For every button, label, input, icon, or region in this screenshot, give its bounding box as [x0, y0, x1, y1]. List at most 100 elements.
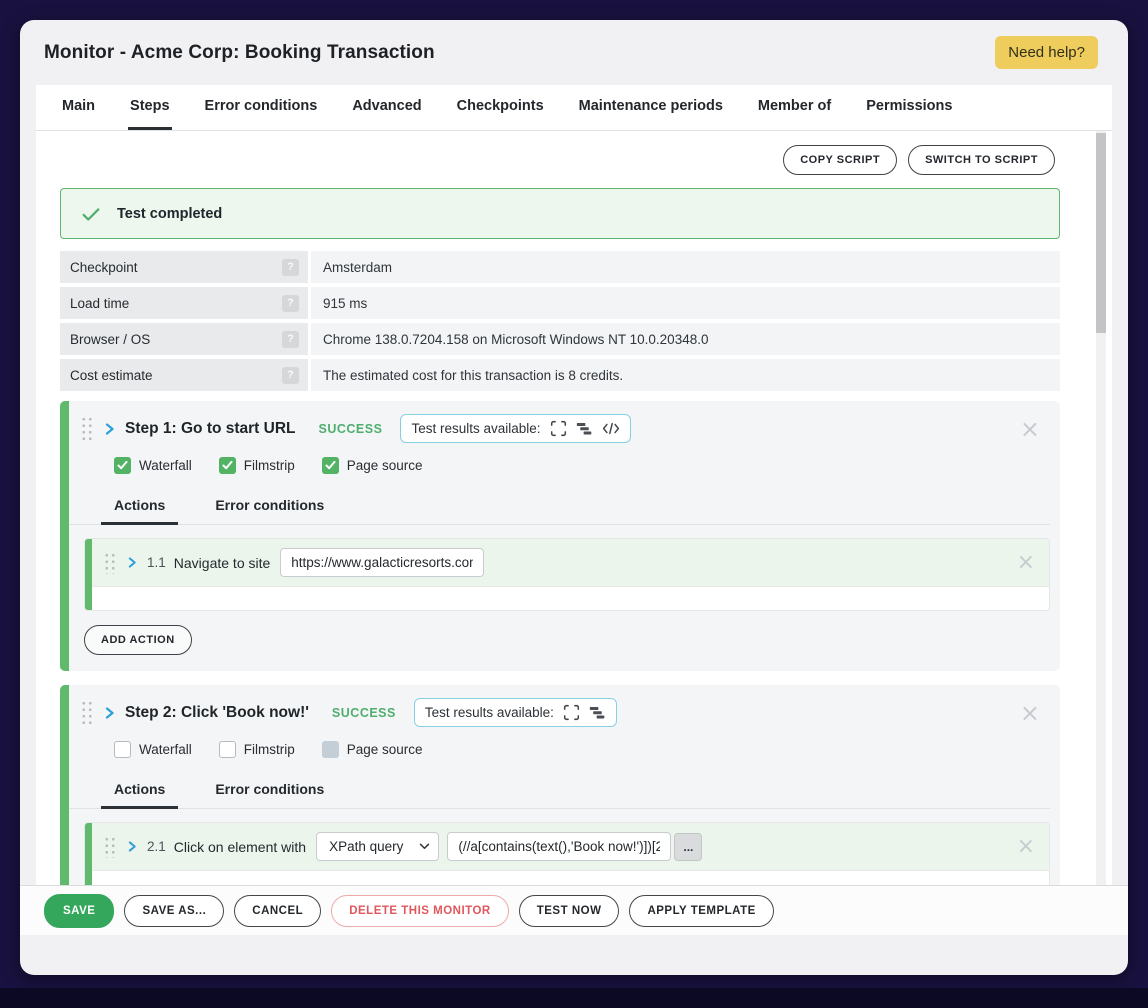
- more-options-button[interactable]: ...: [674, 833, 702, 861]
- tab-member-of[interactable]: Member of: [756, 85, 833, 130]
- close-icon[interactable]: ×: [1017, 554, 1035, 572]
- waterfall-checkbox[interactable]: Waterfall: [114, 457, 192, 474]
- step-1-result-options: Waterfall Filmstrip Page source: [69, 452, 1060, 484]
- drag-handle-icon[interactable]: [102, 835, 115, 858]
- tab-checkpoints[interactable]: Checkpoints: [455, 85, 546, 130]
- checkbox[interactable]: [114, 457, 131, 474]
- waterfall-icon[interactable]: [576, 420, 593, 437]
- switch-to-script-button[interactable]: SWITCH TO SCRIPT: [908, 145, 1055, 175]
- screenshot-icon[interactable]: [550, 420, 567, 437]
- copy-script-button[interactable]: COPY SCRIPT: [783, 145, 897, 175]
- tab-main[interactable]: Main: [60, 85, 97, 130]
- check-icon: [80, 203, 102, 225]
- status-badge: SUCCESS: [332, 706, 396, 720]
- table-row: Load time ? 915 ms: [60, 287, 1060, 319]
- checkbox[interactable]: [114, 741, 131, 758]
- delete-monitor-button[interactable]: DELETE THIS MONITOR: [331, 895, 509, 927]
- navigate-url-input[interactable]: [280, 548, 484, 577]
- steps-scroll-area: COPY SCRIPT SWITCH TO SCRIPT Test comple…: [36, 131, 1112, 885]
- info-value: The estimated cost for this transaction …: [311, 359, 1060, 391]
- action-status-bar: [85, 823, 92, 885]
- checkbox[interactable]: [219, 457, 236, 474]
- table-row: Cost estimate ? The estimated cost for t…: [60, 359, 1060, 391]
- tab-error-conditions[interactable]: Error conditions: [202, 490, 337, 525]
- tab-error-conditions[interactable]: Error conditions: [203, 85, 320, 130]
- waterfall-checkbox[interactable]: Waterfall: [114, 741, 192, 758]
- help-icon[interactable]: ?: [282, 259, 299, 276]
- checkbox[interactable]: [322, 741, 339, 758]
- monitor-dialog: Monitor - Acme Corp: Booking Transaction…: [20, 20, 1128, 975]
- help-icon[interactable]: ?: [282, 295, 299, 312]
- waterfall-icon[interactable]: [589, 704, 606, 721]
- tab-actions[interactable]: Actions: [101, 490, 178, 525]
- help-icon[interactable]: ?: [282, 367, 299, 384]
- tab-actions[interactable]: Actions: [101, 774, 178, 809]
- action-label: Click on element with: [174, 839, 306, 855]
- apply-template-button[interactable]: APPLY TEMPLATE: [629, 895, 773, 927]
- close-icon[interactable]: ×: [1017, 838, 1035, 856]
- test-results-label: Test results available:: [411, 421, 540, 436]
- tab-advanced[interactable]: Advanced: [350, 85, 423, 130]
- action-row-1-1: 1.1 Navigate to site ×: [84, 538, 1050, 611]
- test-now-button[interactable]: TEST NOW: [519, 895, 620, 927]
- filmstrip-checkbox[interactable]: Filmstrip: [219, 457, 295, 474]
- save-button[interactable]: SAVE: [44, 894, 114, 928]
- help-icon[interactable]: ?: [282, 331, 299, 348]
- add-action-button[interactable]: ADD ACTION: [84, 625, 192, 655]
- chevron-right-icon[interactable]: [105, 423, 115, 435]
- drag-handle-icon[interactable]: [79, 699, 92, 726]
- checkbox-label: Filmstrip: [244, 742, 295, 757]
- dialog-footer: SAVE SAVE AS... CANCEL DELETE THIS MONIT…: [20, 885, 1128, 935]
- step-1-subtabs: Actions Error conditions: [69, 484, 1050, 525]
- checkbox-label: Page source: [347, 742, 423, 757]
- test-results-box: Test results available:: [414, 698, 617, 727]
- close-icon[interactable]: ×: [1020, 419, 1040, 439]
- tab-steps[interactable]: Steps: [128, 85, 172, 130]
- tab-permissions[interactable]: Permissions: [864, 85, 954, 130]
- action-row-2-1: 2.1 Click on element with XPath query ..…: [84, 822, 1050, 885]
- step-2-header: Step 2: Click 'Book now!' SUCCESS Test r…: [69, 685, 1060, 736]
- table-row: Browser / OS ? Chrome 138.0.7204.158 on …: [60, 323, 1060, 355]
- filmstrip-checkbox[interactable]: Filmstrip: [219, 741, 295, 758]
- close-icon[interactable]: ×: [1020, 703, 1040, 723]
- step-status-bar: [60, 401, 69, 671]
- status-badge: SUCCESS: [319, 422, 383, 436]
- source-code-icon[interactable]: [602, 421, 620, 436]
- chevron-right-icon[interactable]: [105, 707, 115, 719]
- drag-handle-icon[interactable]: [79, 415, 92, 442]
- chevron-down-icon: [419, 843, 430, 850]
- page-source-checkbox[interactable]: Page source: [322, 741, 423, 758]
- info-value: Amsterdam: [311, 251, 1060, 283]
- drag-handle-icon[interactable]: [102, 551, 115, 574]
- dialog-header: Monitor - Acme Corp: Booking Transaction…: [20, 20, 1128, 85]
- action-number: 1.1: [147, 555, 166, 570]
- checkbox[interactable]: [322, 457, 339, 474]
- step-panel-1: Step 1: Go to start URL SUCCESS Test res…: [60, 401, 1060, 671]
- scrollbar-thumb[interactable]: [1096, 133, 1106, 333]
- test-results-label: Test results available:: [425, 705, 554, 720]
- table-row: Checkpoint ? Amsterdam: [60, 251, 1060, 283]
- step-2-subtabs: Actions Error conditions: [69, 768, 1050, 809]
- tab-maintenance-periods[interactable]: Maintenance periods: [577, 85, 725, 130]
- select-value: XPath query: [329, 839, 403, 854]
- step-1-header: Step 1: Go to start URL SUCCESS Test res…: [69, 401, 1060, 452]
- tab-error-conditions[interactable]: Error conditions: [202, 774, 337, 809]
- xpath-query-input[interactable]: [447, 832, 671, 861]
- screenshot-icon[interactable]: [563, 704, 580, 721]
- step-2-result-options: Waterfall Filmstrip Page source: [69, 736, 1060, 768]
- action-label: Navigate to site: [174, 555, 271, 571]
- page-source-checkbox[interactable]: Page source: [322, 457, 423, 474]
- checkbox[interactable]: [219, 741, 236, 758]
- dialog-bottom-spacer: [20, 935, 1128, 975]
- test-results-box: Test results available:: [400, 414, 630, 443]
- page-title: Monitor - Acme Corp: Booking Transaction: [44, 42, 435, 64]
- need-help-button[interactable]: Need help?: [995, 36, 1098, 69]
- script-toolbar: COPY SCRIPT SWITCH TO SCRIPT: [60, 145, 1060, 175]
- chevron-right-icon[interactable]: [128, 841, 137, 852]
- step-panel-2: Step 2: Click 'Book now!' SUCCESS Test r…: [60, 685, 1060, 885]
- cancel-button[interactable]: CANCEL: [234, 895, 321, 927]
- save-as-button[interactable]: SAVE AS...: [124, 895, 224, 927]
- chevron-right-icon[interactable]: [128, 557, 137, 568]
- selector-type-select[interactable]: XPath query: [316, 832, 439, 861]
- info-label: Load time: [70, 296, 129, 311]
